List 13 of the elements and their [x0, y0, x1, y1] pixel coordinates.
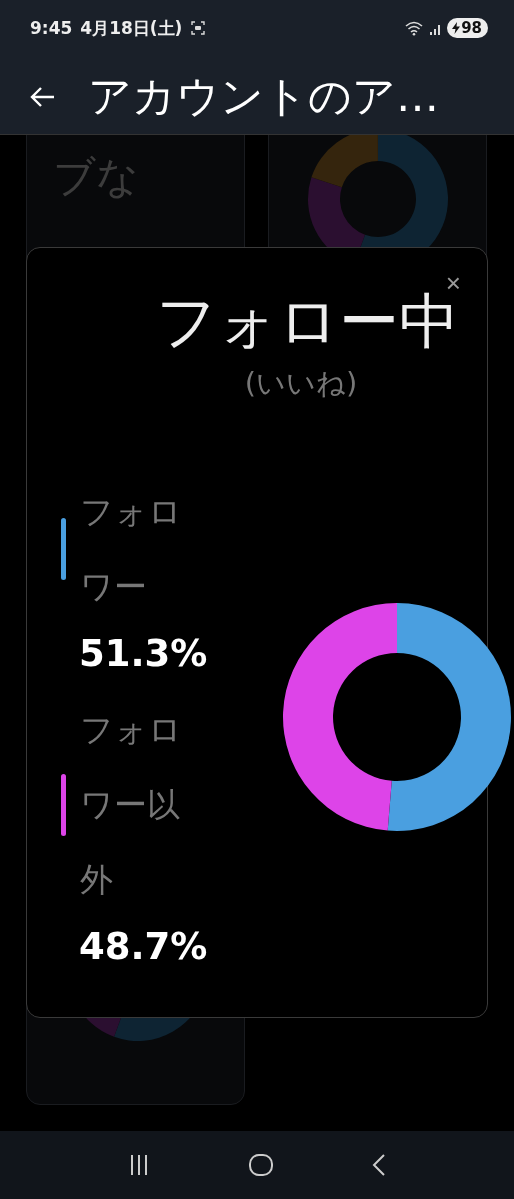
screenshot-icon [190, 20, 207, 36]
battery-indicator: 98 [447, 18, 488, 38]
status-date: 4月18日(土) [80, 16, 183, 40]
home-icon[interactable] [248, 1153, 274, 1177]
legend-label: フォロワー [80, 491, 183, 608]
legend-value: 48.7% [78, 924, 208, 970]
charging-icon [452, 22, 461, 34]
status-time: 9:45 [30, 18, 73, 38]
legend-value: 51.3% [78, 631, 208, 677]
page-title: アカウントのア… [88, 70, 439, 123]
dialog-subtitle: (いいね) [243, 365, 359, 402]
back-icon[interactable] [371, 1153, 388, 1177]
legend-label: フォロワー以外 [80, 709, 183, 901]
